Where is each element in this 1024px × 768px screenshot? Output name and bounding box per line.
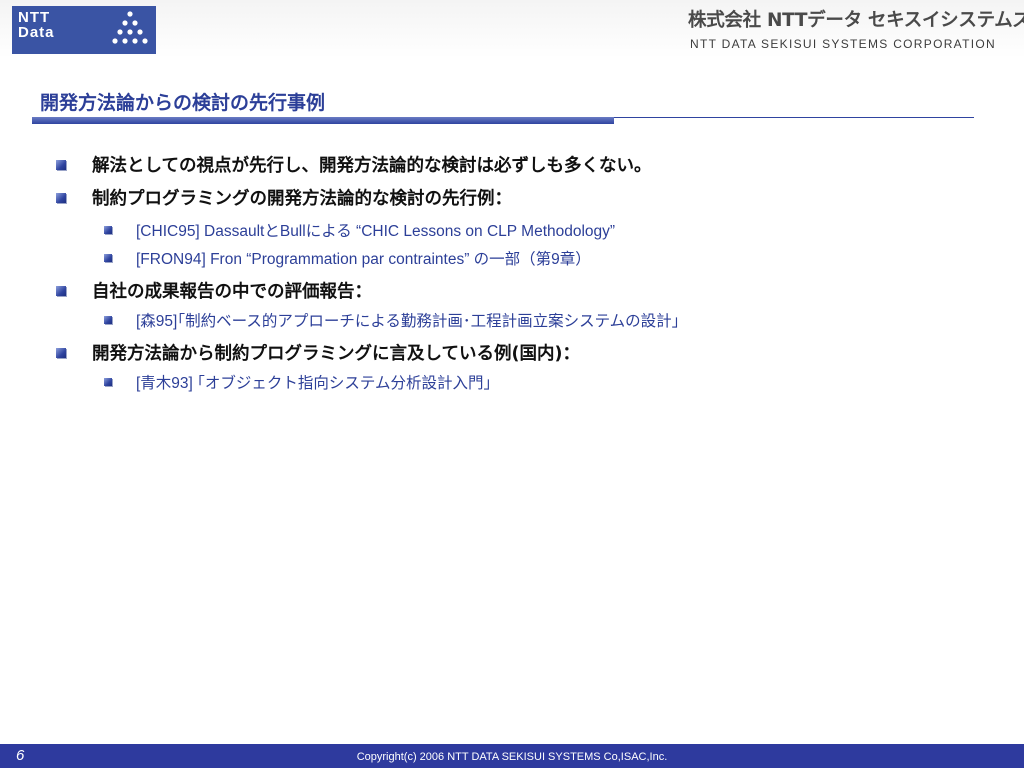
sub-bullet-square-icon — [104, 226, 112, 234]
sub-bullet-square-icon — [104, 316, 112, 324]
slide-title: 開発方法論からの検討の先行事例 — [40, 92, 326, 114]
header-bar: NTT Data 株式会社 NTTデータ セキスイシステムズ NTT DATA … — [0, 0, 1024, 58]
title-underline — [32, 117, 614, 124]
bullet-text: [CHIC95] DassaultとBullによる “CHIC Lessons … — [136, 223, 616, 240]
bullet-text: [森95]｢制約ベース的アプローチによる勤務計画･工程計画立案システムの設計｣ — [136, 313, 680, 330]
list-item: [FRON94] Fron “Programmation par contrai… — [104, 247, 591, 269]
list-item: 解法としての視点が先行し、開発方法論的な検討は必ずしも多くない。 — [56, 152, 651, 177]
bullet-square-icon — [56, 192, 66, 203]
list-item: [CHIC95] DassaultとBullによる “CHIC Lessons … — [104, 219, 615, 241]
list-item: [森95]｢制約ベース的アプローチによる勤務計画･工程計画立案システムの設計｣ — [104, 309, 679, 331]
bullet-square-icon — [56, 159, 66, 170]
company-name-japanese: 株式会社 NTTデータ セキスイシステムズ — [688, 10, 1024, 31]
list-item: 自社の成果報告の中での評価報告： — [56, 278, 372, 303]
logo-wordmark: NTT Data — [18, 9, 55, 41]
sub-bullet-square-icon — [104, 378, 112, 386]
bullet-text: 開発方法論から制約プログラミングに言及している例(国内)： — [92, 344, 580, 364]
bullet-text: [FRON94] Fron “Programmation par contrai… — [136, 251, 591, 268]
sub-bullet-square-icon — [104, 254, 112, 262]
bullet-text: 自社の成果報告の中での評価報告： — [92, 282, 372, 302]
ntt-data-logo: NTT Data — [12, 6, 156, 54]
logo-dots-icon — [112, 11, 148, 44]
bullet-text: 解法としての視点が先行し、開発方法論的な検討は必ずしも多くない。 — [92, 156, 652, 176]
bullet-square-icon — [56, 347, 66, 358]
company-name-english: NTT DATA SEKISUI SYSTEMS CORPORATION — [690, 37, 996, 51]
bullet-text: 制約プログラミングの開発方法論的な検討の先行例： — [92, 189, 512, 209]
list-item: 開発方法論から制約プログラミングに言及している例(国内)： — [56, 340, 580, 365]
list-item: [青木93] ｢オブジェクト指向システム分析設計入門｣ — [104, 371, 491, 393]
copyright-text: Copyright(c) 2006 NTT DATA SEKISUI SYSTE… — [356, 751, 668, 763]
bullet-square-icon — [56, 285, 66, 296]
list-item: 制約プログラミングの開発方法論的な検討の先行例： — [56, 185, 512, 210]
title-underline-thin — [614, 117, 974, 118]
bullet-text: [青木93] ｢オブジェクト指向システム分析設計入門｣ — [136, 375, 492, 392]
footer-bar: 6 Copyright(c) 2006 NTT DATA SEKISUI SYS… — [0, 744, 1024, 768]
